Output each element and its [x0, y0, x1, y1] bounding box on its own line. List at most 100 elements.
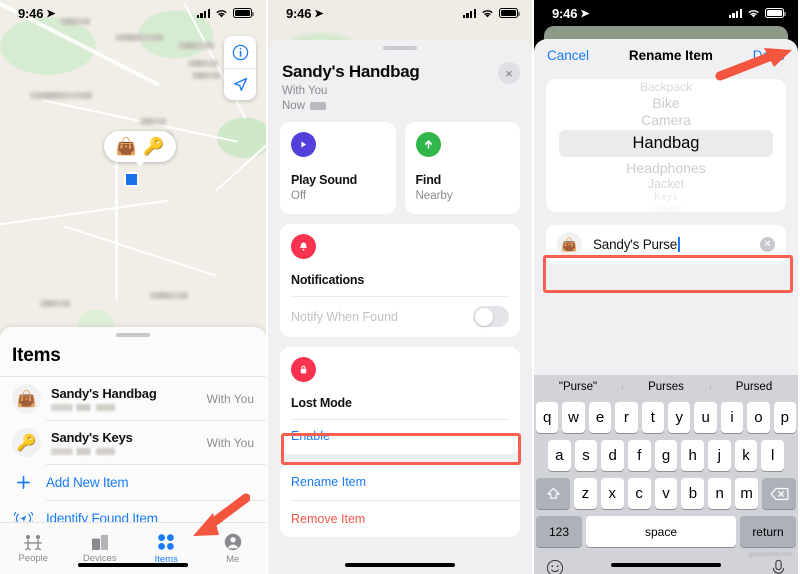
- key-s[interactable]: s: [574, 440, 598, 471]
- key-j[interactable]: j: [708, 440, 731, 471]
- key-f[interactable]: f: [628, 440, 651, 471]
- key-g[interactable]: g: [654, 440, 678, 471]
- info-icon[interactable]: [224, 36, 256, 68]
- map-controls: [224, 36, 256, 100]
- item-timestamp: Now: [282, 100, 306, 112]
- items-grid-icon: [158, 533, 175, 550]
- watermark: groovyPost.com: [748, 552, 792, 558]
- table-row[interactable]: 🔑 Sandy's Keys With You: [0, 421, 266, 464]
- tab-me[interactable]: Me: [200, 523, 267, 574]
- add-new-item-label: Add New Item: [46, 475, 129, 490]
- suggestion-chip[interactable]: Pursed: [710, 381, 798, 393]
- battery-icon: [765, 8, 786, 18]
- picker-option[interactable]: Camera: [546, 112, 786, 128]
- picker-option[interactable]: Backpack: [546, 80, 786, 94]
- picker-option[interactable]: Bike: [546, 95, 786, 111]
- key-l[interactable]: l: [761, 440, 785, 471]
- three-panel-screenshot: 👜 🔑 9:46 ➤ Items 👜 Sandy's Handbag With …: [0, 0, 800, 574]
- key-b[interactable]: b: [681, 478, 705, 509]
- backspace-icon[interactable]: [762, 478, 797, 509]
- key-y[interactable]: y: [668, 402, 691, 433]
- virtual-keyboard: "Purse" Purses Pursed q w e r t y u i o: [534, 375, 798, 574]
- numbers-key[interactable]: 123: [536, 516, 582, 547]
- done-button[interactable]: Done: [753, 48, 785, 63]
- notify-when-found-toggle[interactable]: [473, 306, 509, 327]
- key-v[interactable]: v: [654, 478, 678, 509]
- cellular-signal-icon: [462, 8, 476, 18]
- play-icon: [291, 132, 316, 157]
- rename-input-text: Sandy's Purse: [593, 237, 678, 252]
- picker-option[interactable]: Headphones: [546, 160, 786, 176]
- rename-input-value[interactable]: Sandy's Purse: [593, 237, 749, 252]
- picker-option-selected[interactable]: Handbag: [559, 129, 773, 157]
- microphone-icon[interactable]: [771, 559, 786, 574]
- key-c[interactable]: c: [627, 478, 651, 509]
- play-sound-card[interactable]: Play Sound Off: [280, 122, 396, 214]
- key-m[interactable]: m: [735, 478, 759, 509]
- locate-arrow-icon[interactable]: [224, 68, 256, 100]
- page-title: Sandy's Handbag: [282, 62, 420, 81]
- key-x[interactable]: x: [600, 478, 624, 509]
- key-t[interactable]: t: [641, 402, 664, 433]
- key-w[interactable]: w: [562, 402, 585, 433]
- handbag-emoji-icon: 👜: [557, 232, 582, 257]
- rename-sheet: Cancel Rename Item Done Backpack Bike Ca…: [534, 39, 798, 574]
- clock-time: 9:46: [552, 5, 578, 21]
- home-indicator: [345, 562, 455, 567]
- find-card[interactable]: Find Nearby: [404, 122, 520, 214]
- rename-input-row[interactable]: 👜 Sandy's Purse ✕: [546, 225, 786, 264]
- remove-item-button[interactable]: Remove Item: [280, 501, 520, 537]
- tab-people[interactable]: People: [0, 523, 67, 574]
- close-icon[interactable]: ×: [498, 62, 520, 84]
- key-d[interactable]: d: [601, 440, 624, 471]
- handbag-emoji-icon: 👜: [12, 384, 41, 413]
- status-time-group: 9:46 ➤: [286, 6, 323, 21]
- status-time-group: 9:46 ➤: [18, 6, 55, 21]
- key-p[interactable]: p: [773, 402, 797, 433]
- lost-mode-title: Lost Mode: [291, 396, 352, 410]
- status-indicators: [196, 8, 254, 19]
- picker-option-partial[interactable]: Luggage: [546, 204, 786, 213]
- picker-option[interactable]: Keys: [546, 192, 786, 203]
- clock-time: 9:46: [286, 5, 312, 21]
- key-k[interactable]: k: [734, 440, 758, 471]
- key-q[interactable]: q: [535, 402, 559, 433]
- status-indicators: [728, 8, 786, 19]
- lock-icon: [291, 357, 316, 382]
- suggestion-chip[interactable]: "Purse": [534, 381, 622, 393]
- location-arrow-icon: ➤: [314, 7, 324, 20]
- table-row[interactable]: 👜 Sandy's Handbag With You: [0, 377, 266, 420]
- item-timestamp-row: Now: [282, 100, 518, 112]
- page-title: Rename Item: [628, 47, 713, 63]
- status-bar: 9:46 ➤: [0, 0, 266, 26]
- lost-mode-block: Lost Mode Enable: [280, 347, 520, 454]
- notify-when-found-row[interactable]: Notify When Found: [291, 297, 509, 337]
- battery-icon: [499, 8, 520, 18]
- space-key[interactable]: space: [586, 516, 736, 547]
- clear-x-icon[interactable]: ✕: [760, 237, 775, 252]
- key-o[interactable]: o: [747, 402, 770, 433]
- key-u[interactable]: u: [694, 402, 717, 433]
- key-r[interactable]: r: [615, 402, 638, 433]
- handbag-emoji-icon: 👜: [115, 137, 137, 156]
- key-i[interactable]: i: [720, 402, 744, 433]
- shift-icon[interactable]: [536, 478, 570, 509]
- status-bar: 9:46 ➤: [534, 0, 798, 26]
- status-time-group: 9:46 ➤: [552, 6, 589, 21]
- rename-item-button[interactable]: Rename Item: [280, 464, 520, 500]
- cancel-button[interactable]: Cancel: [547, 48, 589, 63]
- key-h[interactable]: h: [681, 440, 705, 471]
- emoji-icon[interactable]: [546, 559, 564, 574]
- return-key[interactable]: return: [740, 516, 796, 547]
- item-type-picker[interactable]: Backpack Bike Camera Handbag Headphones …: [546, 79, 786, 212]
- map-item-pin[interactable]: 👜 🔑: [104, 131, 176, 167]
- key-n[interactable]: n: [708, 478, 732, 509]
- key-a[interactable]: a: [547, 440, 571, 471]
- add-new-item-button[interactable]: Add New Item: [0, 465, 266, 500]
- picker-option[interactable]: Jacket: [546, 177, 786, 191]
- cellular-signal-icon: [728, 8, 742, 18]
- key-e[interactable]: e: [588, 402, 612, 433]
- key-z[interactable]: z: [574, 478, 597, 509]
- lost-mode-enable-button[interactable]: Enable: [291, 420, 509, 454]
- suggestion-chip[interactable]: Purses: [622, 381, 710, 393]
